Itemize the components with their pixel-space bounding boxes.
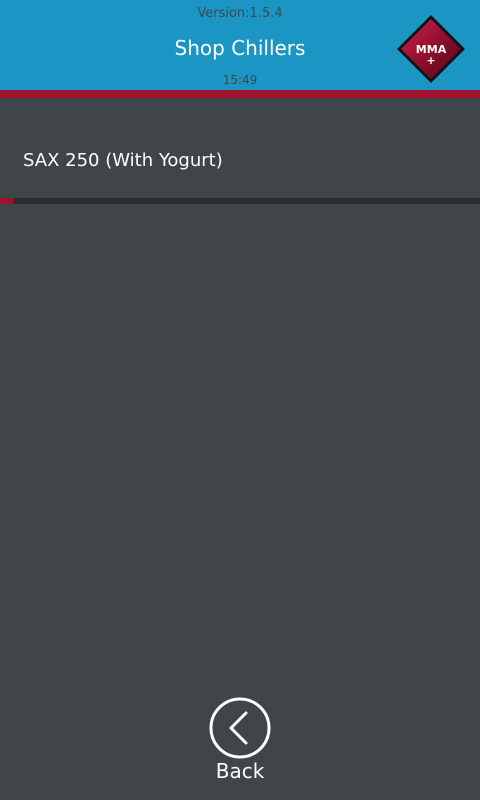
list-item-label: SAX 250 (With Yogurt) [23, 150, 223, 171]
list-item-divider [0, 198, 480, 204]
back-chevron-icon [209, 697, 271, 759]
mma-logo-icon[interactable]: MMA + [396, 14, 466, 84]
logo-plus: + [426, 54, 435, 67]
list-item[interactable]: SAX 250 (With Yogurt) [0, 98, 480, 198]
header-accent-stripe [0, 90, 480, 98]
divider-accent [0, 198, 13, 204]
back-label: Back [215, 759, 265, 783]
app-screen: Version:1.5.4 Shop Chillers 15:49 MMA + [0, 0, 480, 800]
header-bar: Version:1.5.4 Shop Chillers 15:49 MMA + [0, 0, 480, 90]
back-button[interactable]: Back [200, 695, 280, 787]
